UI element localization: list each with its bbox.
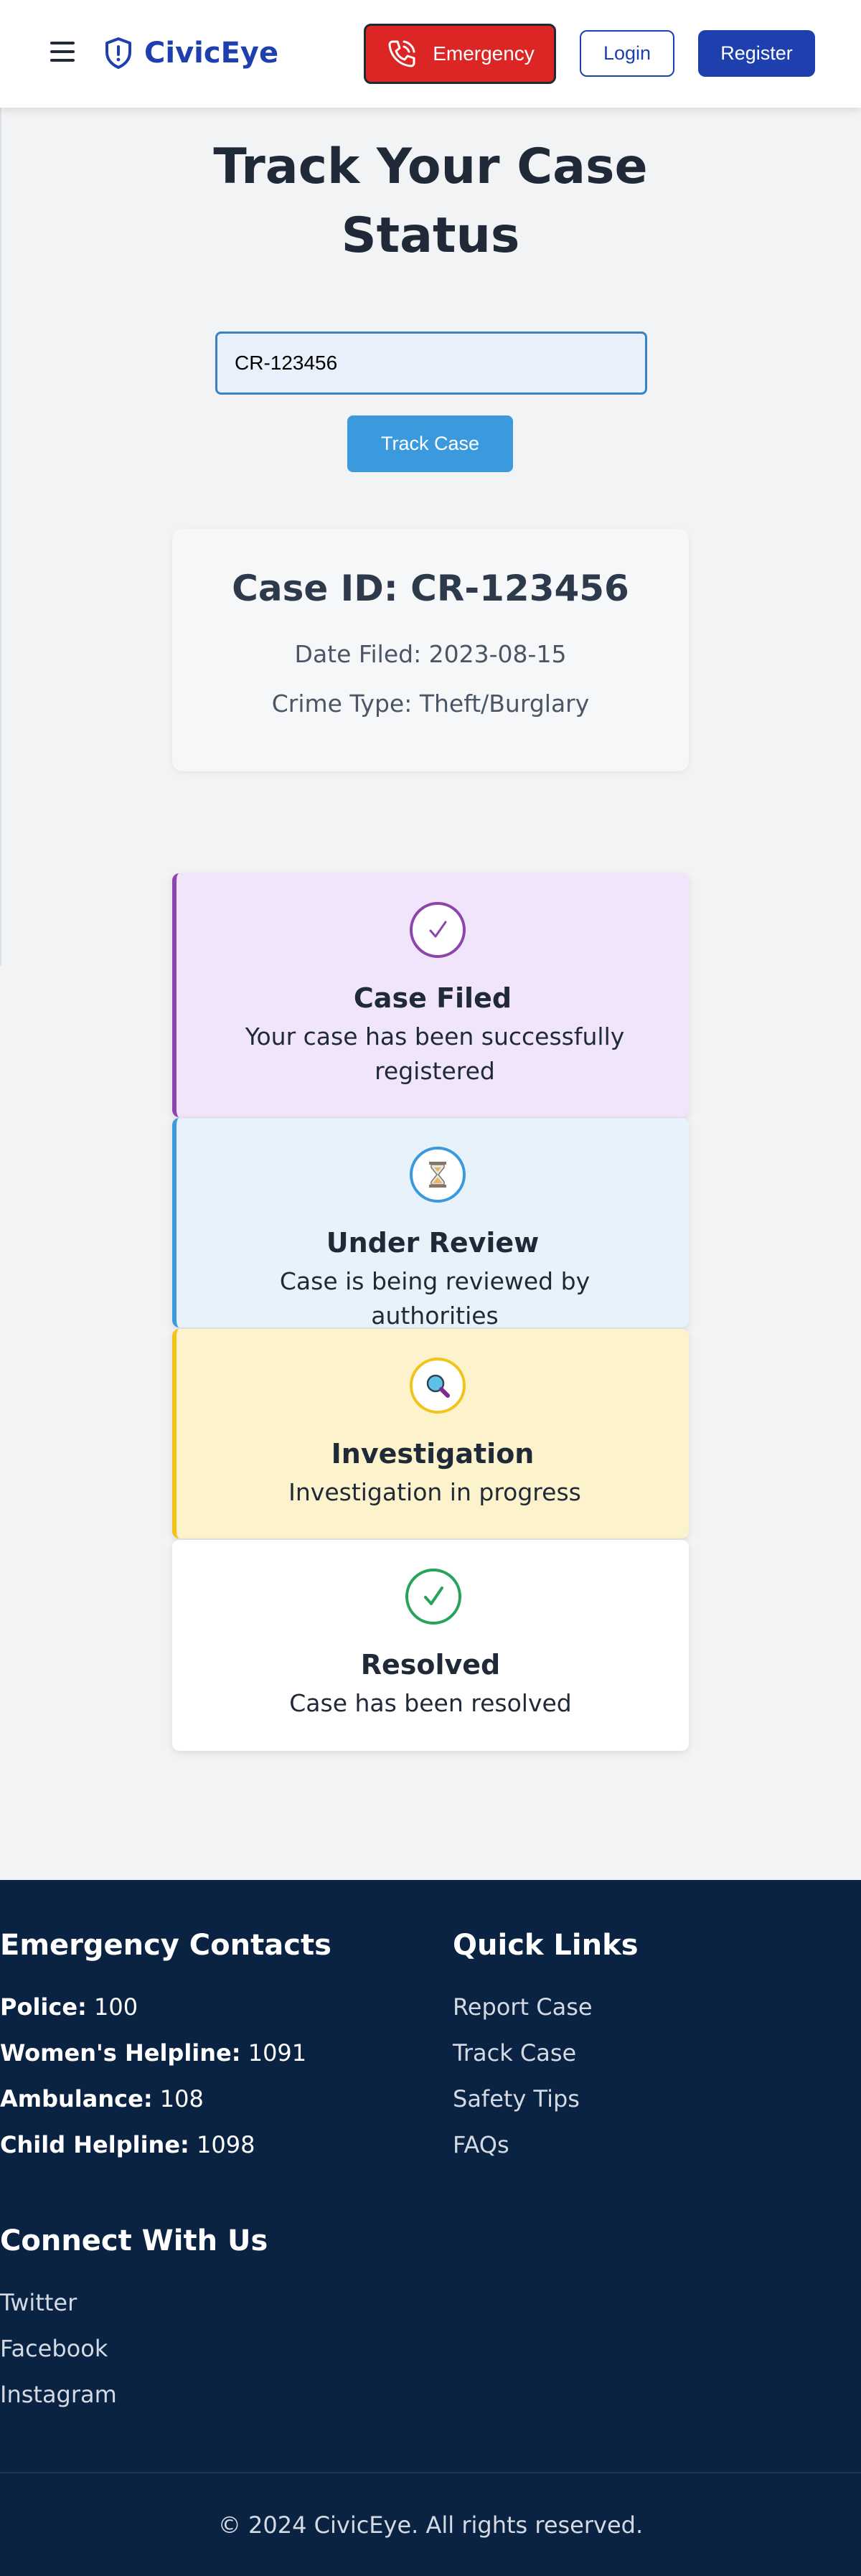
checkmark-icon: [410, 902, 466, 958]
contact-number: 100: [94, 1993, 138, 2021]
login-button[interactable]: Login: [580, 30, 674, 77]
case-date-filed: Date Filed: 2023-08-15: [294, 640, 567, 668]
timeline-step-under-review: Under Review Case is being reviewed by a…: [172, 1118, 689, 1330]
social-link-facebook[interactable]: Facebook: [0, 2335, 108, 2362]
contact-label: Police:: [0, 1993, 87, 2021]
copyright-text: © 2024 CivicEye. All rights reserved.: [217, 2511, 644, 2539]
connect-heading: Connect With Us: [0, 2224, 268, 2257]
case-id-heading: Case ID: CR-123456: [232, 568, 629, 609]
case-crime-type: Crime Type: Theft/Burglary: [271, 690, 590, 718]
emergency-button[interactable]: Emergency: [364, 24, 556, 84]
site-footer: Emergency Contacts Police: 100 Women's H…: [0, 1880, 861, 2576]
social-link-twitter[interactable]: Twitter: [0, 2289, 77, 2316]
footer-link-safety-tips[interactable]: Safety Tips: [453, 2085, 580, 2112]
check-icon: [405, 1569, 461, 1625]
hourglass-icon: [410, 1147, 466, 1203]
contact-child-helpline: Child Helpline: 1098: [0, 2131, 255, 2158]
contact-womens-helpline: Women's Helpline: 1091: [0, 2039, 306, 2067]
step-title: Resolved: [360, 1649, 501, 1680]
footer-link-report-case[interactable]: Report Case: [453, 1993, 593, 2021]
footer-link-faqs[interactable]: FAQs: [453, 2131, 509, 2158]
contact-label: Women's Helpline:: [0, 2039, 241, 2067]
hamburger-menu-icon[interactable]: [49, 39, 76, 66]
contact-number: 108: [159, 2085, 204, 2112]
step-title: Investigation: [331, 1438, 535, 1470]
left-border-line: [0, 108, 1, 965]
contact-number: 1098: [197, 2131, 255, 2158]
page-title: Track Your Case Status: [213, 138, 648, 264]
emergency-contacts-heading: Emergency Contacts: [0, 1929, 331, 1962]
step-description: Your case has been successfully register…: [245, 1023, 625, 1085]
case-details-card: Case ID: CR-123456 Date Filed: 2023-08-1…: [172, 529, 689, 771]
site-header: CivicEye Emergency Login Register: [0, 0, 861, 108]
contact-ambulance: Ambulance: 108: [0, 2085, 204, 2112]
step-title: Case Filed: [353, 982, 512, 1014]
step-description: Investigation in progress: [288, 1478, 581, 1506]
contact-label: Child Helpline:: [0, 2131, 189, 2158]
shield-alert-icon: [105, 37, 131, 69]
footer-divider: [0, 2472, 861, 2473]
timeline-step-case-filed: Case Filed Your case has been successful…: [172, 873, 689, 1117]
brand-name: CivicEye: [144, 37, 279, 70]
emergency-label: Emergency: [433, 42, 535, 65]
register-button[interactable]: Register: [698, 30, 815, 77]
contact-label: Ambulance:: [0, 2085, 153, 2112]
brand-logo[interactable]: CivicEye: [104, 34, 278, 72]
step-description: Case has been resolved: [289, 1689, 572, 1717]
quick-links-heading: Quick Links: [453, 1929, 639, 1962]
step-description: Case is being reviewed by authorities: [279, 1267, 591, 1330]
footer-link-track-case[interactable]: Track Case: [453, 2039, 576, 2067]
contact-police: Police: 100: [0, 1993, 138, 2021]
contact-number: 1091: [248, 2039, 307, 2067]
phone-call-icon: [388, 40, 415, 67]
social-link-instagram[interactable]: Instagram: [0, 2381, 117, 2408]
case-id-input[interactable]: [215, 332, 647, 395]
timeline-step-investigation: Investigation Investigation in progress: [172, 1329, 689, 1538]
step-title: Under Review: [326, 1227, 540, 1259]
track-case-button[interactable]: Track Case: [347, 415, 513, 472]
timeline-step-resolved: Resolved Case has been resolved: [172, 1540, 689, 1751]
magnifier-icon: [410, 1358, 466, 1414]
